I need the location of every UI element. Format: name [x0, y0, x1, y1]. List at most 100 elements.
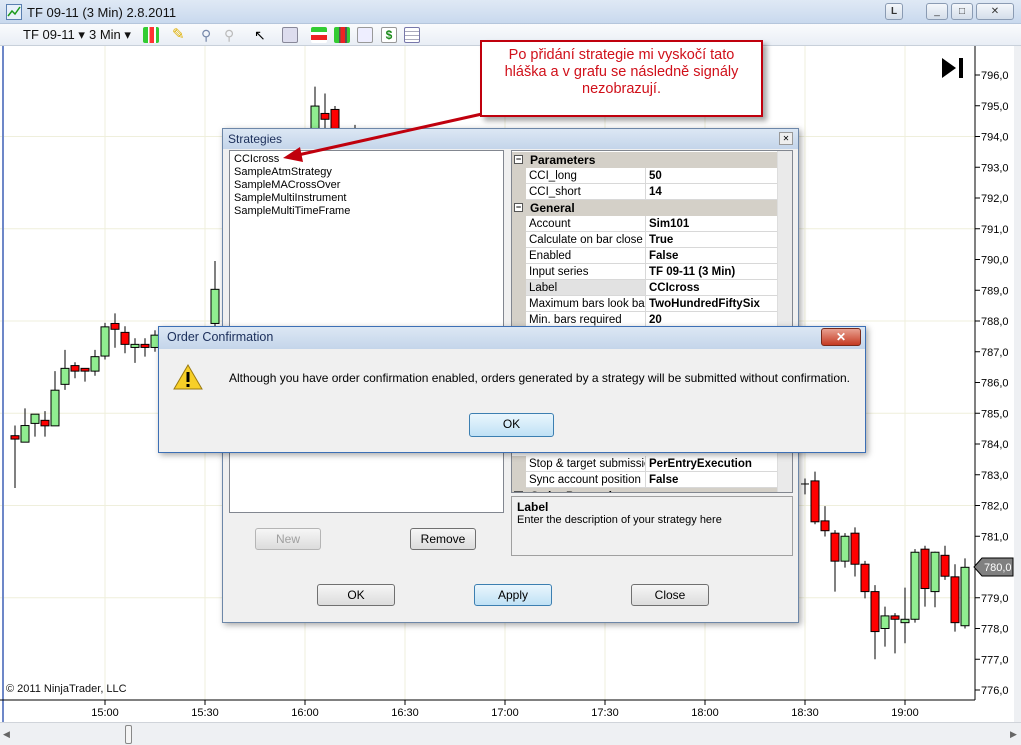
- price-tick-label: 791,0: [981, 224, 1009, 236]
- scroll-right-icon[interactable]: ▶: [1010, 729, 1017, 740]
- property-value[interactable]: TF 09-11 (3 Min): [646, 264, 777, 280]
- property-value[interactable]: 14: [646, 184, 777, 200]
- candle-up: [960, 566, 970, 627]
- property-name: Label: [526, 280, 646, 296]
- strategy-item[interactable]: SampleMACrossOver: [230, 179, 503, 192]
- strategy-item[interactable]: SampleMultiTimeFrame: [230, 205, 503, 218]
- candle-down: [830, 532, 840, 562]
- candlestick-icon[interactable]: [143, 27, 159, 43]
- instrument-dropdown[interactable]: TF 09-11 ▾: [23, 27, 85, 43]
- property-row[interactable]: Enabled False: [512, 248, 777, 264]
- scroll-thumb[interactable]: [125, 725, 132, 744]
- price-tick-label: 783,0: [981, 470, 1009, 482]
- price-tick-label: 784,0: [981, 439, 1009, 451]
- property-row[interactable]: Maximum bars look back TwoHundredFiftySix: [512, 296, 777, 312]
- candle-down: [950, 576, 960, 624]
- skip-to-end-icon[interactable]: [942, 57, 966, 79]
- property-name: Enabled: [526, 248, 646, 264]
- property-row[interactable]: CCI_long 50: [512, 168, 777, 184]
- strategy-item[interactable]: CCIcross: [230, 153, 503, 166]
- property-category[interactable]: − Parameters: [512, 152, 777, 168]
- time-tick-label: 18:00: [691, 707, 719, 719]
- indicators-icon[interactable]: [357, 27, 373, 43]
- l-button[interactable]: L: [885, 3, 903, 20]
- candle-up: [90, 356, 100, 372]
- magnifier-icon[interactable]: [282, 27, 298, 43]
- row-gutter: [512, 456, 526, 472]
- strategy-item[interactable]: SampleMultiInstrument: [230, 192, 503, 205]
- row-gutter: [512, 296, 526, 312]
- chart-app-icon: [6, 4, 22, 20]
- price-tick-label: 788,0: [981, 316, 1009, 328]
- zoom-in-icon[interactable]: ⚲: [201, 27, 217, 43]
- property-name: CCI_short: [526, 184, 646, 200]
- bars-icon[interactable]: [334, 27, 350, 43]
- row-gutter: [512, 184, 526, 200]
- property-value[interactable]: Sim101: [646, 216, 777, 232]
- apply-button[interactable]: Apply: [474, 584, 552, 606]
- close-button[interactable]: ✕: [976, 3, 1014, 20]
- pencil-icon[interactable]: ✎: [172, 27, 188, 43]
- time-tick-label: 15:00: [91, 707, 119, 719]
- zoom-out-icon[interactable]: ⚲: [224, 27, 240, 43]
- annotation-callout: Po přidání strategie mi vyskočí tato hlá…: [480, 40, 763, 117]
- candle-up: [50, 389, 60, 427]
- price-tick-label: 785,0: [981, 408, 1009, 420]
- price-tick-label: 789,0: [981, 285, 1009, 297]
- ok-button[interactable]: OK: [317, 584, 395, 606]
- right-border: [1014, 46, 1021, 722]
- strategies-close-button[interactable]: ✕: [779, 132, 793, 145]
- property-value[interactable]: CCIcross: [646, 280, 777, 296]
- time-tick-label: 16:00: [291, 707, 319, 719]
- property-row[interactable]: Stop & target submission PerEntryExecutio…: [512, 456, 777, 472]
- property-row[interactable]: Input series TF 09-11 (3 Min): [512, 264, 777, 280]
- property-category[interactable]: − General: [512, 200, 777, 216]
- strategy-item[interactable]: SampleAtmStrategy: [230, 166, 503, 179]
- candle-up: [30, 413, 40, 424]
- property-value[interactable]: False: [646, 248, 777, 264]
- property-value[interactable]: False: [646, 472, 777, 488]
- description-panel: Label Enter the description of your stra…: [511, 496, 793, 556]
- cursor-icon[interactable]: ↖: [254, 27, 270, 43]
- minimize-button[interactable]: _: [926, 3, 948, 20]
- collapse-icon[interactable]: −: [514, 491, 523, 492]
- candle-up: [910, 551, 920, 620]
- property-value[interactable]: PerEntryExecution: [646, 456, 777, 472]
- candle-down: [850, 532, 860, 565]
- property-row[interactable]: Calculate on bar close True: [512, 232, 777, 248]
- close-dialog-button[interactable]: Close: [631, 584, 709, 606]
- candle-up: [900, 618, 910, 624]
- horizontal-scrollbar[interactable]: ◀ ▶: [0, 722, 1021, 745]
- order-confirmation-ok-button[interactable]: OK: [469, 413, 554, 437]
- description-title: Label: [517, 500, 549, 514]
- scroll-left-icon[interactable]: ◀: [3, 729, 10, 740]
- property-name: Account: [526, 216, 646, 232]
- candle-down: [110, 322, 120, 330]
- property-value[interactable]: TwoHundredFiftySix: [646, 296, 777, 312]
- candle-up: [840, 535, 850, 562]
- candle-up: [60, 367, 70, 385]
- candle-down: [80, 367, 90, 372]
- property-value[interactable]: 50: [646, 168, 777, 184]
- row-gutter: [512, 472, 526, 488]
- data-box-icon[interactable]: [404, 27, 420, 43]
- new-button[interactable]: New: [255, 528, 321, 550]
- strategies-icon[interactable]: [311, 27, 327, 43]
- remove-button[interactable]: Remove: [410, 528, 476, 550]
- property-row[interactable]: Account Sim101: [512, 216, 777, 232]
- property-value[interactable]: True: [646, 232, 777, 248]
- interval-label: 3 Min: [89, 27, 121, 42]
- category-label: General: [530, 201, 575, 215]
- dollar-icon[interactable]: $: [381, 27, 397, 43]
- order-confirmation-close-button[interactable]: ✕: [821, 328, 861, 346]
- time-tick-label: 17:00: [491, 707, 519, 719]
- property-row[interactable]: Sync account position False: [512, 472, 777, 488]
- property-category[interactable]: − Order Properties: [512, 488, 777, 492]
- collapse-icon[interactable]: −: [514, 203, 523, 212]
- property-row[interactable]: Label CCIcross: [512, 280, 777, 296]
- collapse-icon[interactable]: −: [514, 155, 523, 164]
- restore-button[interactable]: □: [951, 3, 973, 20]
- interval-dropdown[interactable]: 3 Min ▾: [89, 27, 131, 43]
- property-row[interactable]: CCI_short 14: [512, 184, 777, 200]
- row-gutter: [512, 248, 526, 264]
